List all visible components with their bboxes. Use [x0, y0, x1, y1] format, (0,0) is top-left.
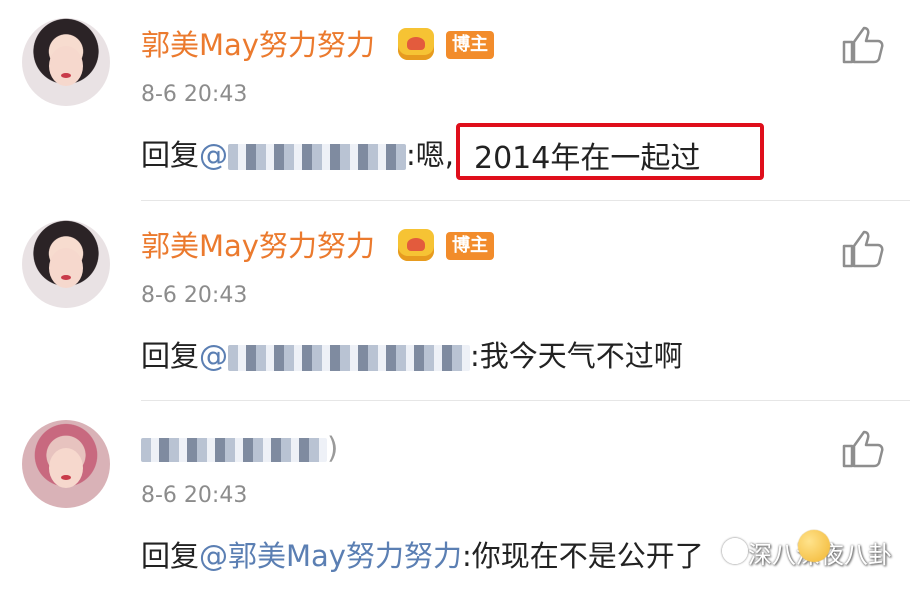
mention-link[interactable]: @ — [199, 339, 471, 373]
comment-1: 郭美May努力努力 博主 8-6 20:43 回复@:嗯, 2014年在一起过 — [0, 0, 910, 201]
comment-time: 8-6 20:43 — [141, 283, 248, 308]
avatar[interactable] — [22, 18, 110, 106]
reply-text: 回复@:嗯, — [141, 136, 454, 174]
reply-prefix: 回复 — [141, 138, 200, 172]
crown-icon — [398, 229, 434, 261]
mention-link[interactable]: @ — [199, 138, 407, 172]
blurred-username — [228, 144, 407, 170]
thumbs-up-icon[interactable] — [840, 228, 884, 270]
avatar[interactable] — [22, 420, 110, 508]
avatar-face — [49, 448, 83, 488]
reply-text: 回复@郭美May努力努力:你现在不是公开了 — [141, 537, 704, 575]
avatar-lips — [61, 475, 71, 480]
reply-text: 回复@:我今天气不过啊 — [141, 337, 683, 375]
author-name[interactable]: 郭美May努力努力 — [141, 27, 375, 63]
author-name[interactable]: ) — [141, 430, 338, 466]
author-name[interactable]: 郭美May努力努力 — [141, 228, 375, 264]
comment-divider — [141, 400, 910, 401]
highlight-box: 2014年在一起过 — [456, 123, 764, 180]
comment-3: ) 8-6 20:43 回复@郭美May努力努力:你现在不是公开了 — [0, 402, 910, 602]
reply-prefix: 回复 — [141, 539, 200, 573]
blogger-badge: 博主 — [446, 232, 494, 260]
watermark-icon — [722, 538, 748, 564]
comment-divider — [141, 200, 910, 201]
emoji-icon — [798, 530, 830, 562]
reply-content: :你现在不是公开了 — [461, 539, 704, 573]
reply-content: :我今天气不过啊 — [470, 339, 683, 373]
thumbs-up-icon[interactable] — [840, 428, 884, 470]
reply-content: :嗯, — [406, 138, 455, 172]
highlighted-text: 2014年在一起过 — [474, 141, 701, 176]
avatar[interactable] — [22, 220, 110, 308]
blurred-username — [228, 345, 471, 371]
blogger-badge: 博主 — [446, 31, 494, 59]
avatar-lips — [61, 275, 71, 280]
comment-time: 8-6 20:43 — [141, 483, 248, 508]
blurred-author-name — [141, 438, 327, 462]
avatar-face — [49, 248, 83, 288]
crown-icon — [398, 28, 434, 60]
comment-time: 8-6 20:43 — [141, 82, 248, 107]
thumbs-up-icon[interactable] — [840, 24, 884, 66]
comment-2: 郭美May努力努力 博主 8-6 20:43 回复@:我今天气不过啊 — [0, 202, 910, 402]
mention-link[interactable]: @郭美May努力努力 — [199, 539, 462, 573]
avatar-lips — [61, 73, 71, 78]
avatar-face — [49, 46, 83, 86]
reply-prefix: 回复 — [141, 339, 200, 373]
